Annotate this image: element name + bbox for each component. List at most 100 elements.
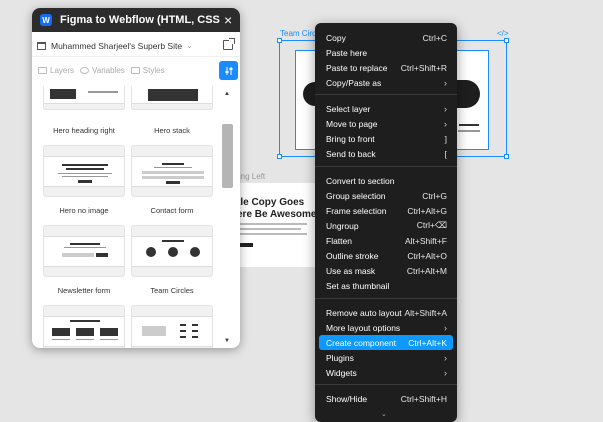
menu-item-show-hide[interactable]: Show/Hide Ctrl+Shift+H: [319, 391, 453, 406]
menu-item-ungroup[interactable]: Ungroup Ctrl+⌫: [319, 218, 453, 233]
menu-item-set-as-thumbnail[interactable]: Set as thumbnail: [319, 278, 453, 293]
menu-item-use-as-mask[interactable]: Use as mask Ctrl+Alt+M: [319, 263, 453, 278]
menu-item-label: Copy/Paste as: [326, 77, 382, 88]
menu-item-label: More layout options: [326, 322, 401, 333]
resize-handle[interactable]: [277, 38, 282, 43]
menu-item-label: Plugins: [326, 352, 354, 363]
chevron-right-icon: ›: [444, 322, 447, 333]
resize-handle[interactable]: [504, 154, 509, 159]
template-card[interactable]: [43, 305, 125, 348]
scroll-down-icon[interactable]: ▼: [224, 338, 230, 344]
menu-item-label: Send to back: [326, 148, 376, 159]
menu-item-shortcut: Ctrl+Alt+M: [406, 265, 447, 276]
context-menu: Copy Ctrl+C Paste here Paste to replace Ct…: [315, 23, 457, 422]
canvas-frame[interactable]: tle Copy Goes ere Be Awesome: [229, 183, 317, 267]
chevron-right-icon: ›: [444, 118, 447, 129]
menu-item-copy-paste-as[interactable]: Copy/Paste as ›: [319, 75, 453, 90]
menu-item-label: Copy: [326, 32, 346, 43]
site-selector[interactable]: Muhammed Sharjeel's Superb Site ⌄: [32, 35, 240, 57]
tab-layers[interactable]: Layers: [38, 66, 74, 75]
menu-item-select-layer[interactable]: Select layer ›: [319, 101, 453, 116]
menu-item-label: Group selection: [326, 190, 386, 201]
menu-item-shortcut: Ctrl+Alt+K: [408, 337, 447, 348]
menu-item-remove-auto-layout[interactable]: Remove auto layout Alt+Shift+A: [319, 305, 453, 320]
menu-item-paste-here[interactable]: Paste here: [319, 45, 453, 60]
menu-separator: [315, 298, 457, 299]
menu-item-label: Select layer: [326, 103, 371, 114]
menu-item-send-to-back[interactable]: Send to back [: [319, 146, 453, 161]
chevron-right-icon: ›: [444, 77, 447, 88]
menu-item-move-to-page[interactable]: Move to page ›: [319, 116, 453, 131]
plugin-title: Figma to Webflow (HTML, CSS and ...: [60, 14, 222, 26]
tab-label: Variables: [92, 65, 125, 75]
menu-item-plugins[interactable]: Plugins ›: [319, 350, 453, 365]
scroll-up-icon[interactable]: ▲: [224, 91, 230, 97]
menu-item-label: Show/Hide: [326, 393, 368, 404]
menu-item-shortcut: Ctrl+⌫: [416, 220, 447, 230]
menu-item-frame-selection[interactable]: Frame selection Ctrl+Alt+G: [319, 203, 453, 218]
menu-item-label: Outline stroke: [326, 250, 379, 261]
tab-label: Styles: [142, 65, 165, 75]
template-card[interactable]: [131, 145, 213, 197]
text-line: [458, 130, 480, 132]
chevron-down-icon[interactable]: ⌄: [381, 410, 387, 418]
menu-item-label: Ungroup: [326, 220, 359, 231]
menu-item-shortcut: [: [444, 148, 447, 159]
menu-item-paste-to-replace[interactable]: Paste to replace Ctrl+Shift+R: [319, 60, 453, 75]
template-label: Hero heading right: [53, 126, 115, 135]
menu-item-label: Remove auto layout: [326, 307, 402, 318]
sliders-icon[interactable]: [219, 61, 238, 80]
resize-handle[interactable]: [277, 154, 282, 159]
template-card[interactable]: [43, 225, 125, 277]
selection-label: Team Circl: [280, 29, 318, 38]
menu-item-label: Paste to replace: [326, 62, 388, 73]
menu-separator: [315, 166, 457, 167]
menu-item-convert-to-section[interactable]: Convert to section: [319, 173, 453, 188]
text-line: [459, 124, 479, 126]
chevron-down-icon: ⌄: [186, 41, 193, 50]
menu-item-outline-stroke[interactable]: Outline stroke Ctrl+Alt+O: [319, 248, 453, 263]
menu-item-bring-to-front[interactable]: Bring to front]: [319, 131, 453, 146]
text-line: [237, 233, 307, 235]
template-card[interactable]: [43, 86, 125, 110]
menu-separator: [315, 384, 457, 385]
menu-item-shortcut: Ctrl+Shift+H: [400, 393, 447, 404]
template-card[interactable]: [131, 225, 213, 277]
template-card[interactable]: [131, 86, 213, 110]
tab-label: Layers: [50, 65, 75, 75]
chevron-right-icon: ›: [444, 367, 447, 378]
menu-item-shortcut: Ctrl+G: [422, 190, 447, 201]
menu-item-widgets[interactable]: Widgets ›: [319, 365, 453, 380]
menu-item-label: Bring to front: [326, 133, 375, 144]
menu-item-group-selection[interactable]: Group selection Ctrl+G: [319, 188, 453, 203]
layers-icon: [38, 66, 47, 74]
menu-item-copy[interactable]: Copy Ctrl+C: [319, 30, 453, 45]
template-label: Newsletter form: [57, 286, 111, 295]
menu-item-label: Create component: [326, 337, 396, 348]
external-link-icon[interactable]: [223, 38, 235, 50]
menu-item-label: Frame selection: [326, 205, 387, 216]
menu-item-label: Flatten: [326, 235, 352, 246]
template-card[interactable]: [43, 145, 125, 197]
selection-code-icon[interactable]: </>: [497, 29, 509, 38]
menu-item-flatten[interactable]: Flatten Alt+Shift+F: [319, 233, 453, 248]
template-label: Contact form: [150, 206, 194, 215]
template-label: Hero no image: [59, 206, 109, 215]
menu-item-label: Convert to section: [326, 175, 395, 186]
scrollbar[interactable]: ▲ ▼: [221, 86, 235, 344]
menu-item-shortcut: Ctrl+Alt+G: [407, 205, 447, 216]
menu-item-create-component[interactable]: Create component Ctrl+Alt+K: [319, 335, 453, 350]
scrollbar-thumb[interactable]: [222, 124, 233, 188]
menu-separator: [315, 94, 457, 95]
styles-icon: [130, 66, 140, 74]
close-icon[interactable]: ×: [224, 13, 232, 27]
menu-item-shortcut: ]: [444, 133, 447, 144]
menu-item-more-layout-options[interactable]: More layout options ›: [319, 320, 453, 335]
template-card[interactable]: [131, 305, 213, 348]
resize-handle[interactable]: [504, 38, 509, 43]
tab-styles[interactable]: Styles: [130, 65, 165, 75]
template-grid: Hero heading right Hero stack Hero no im…: [32, 86, 220, 348]
plugin-titlebar[interactable]: W Figma to Webflow (HTML, CSS and ... ×: [32, 8, 240, 32]
tab-variables[interactable]: Variables: [80, 66, 125, 75]
site-name: Muhammed Sharjeel's Superb Site: [51, 40, 183, 51]
